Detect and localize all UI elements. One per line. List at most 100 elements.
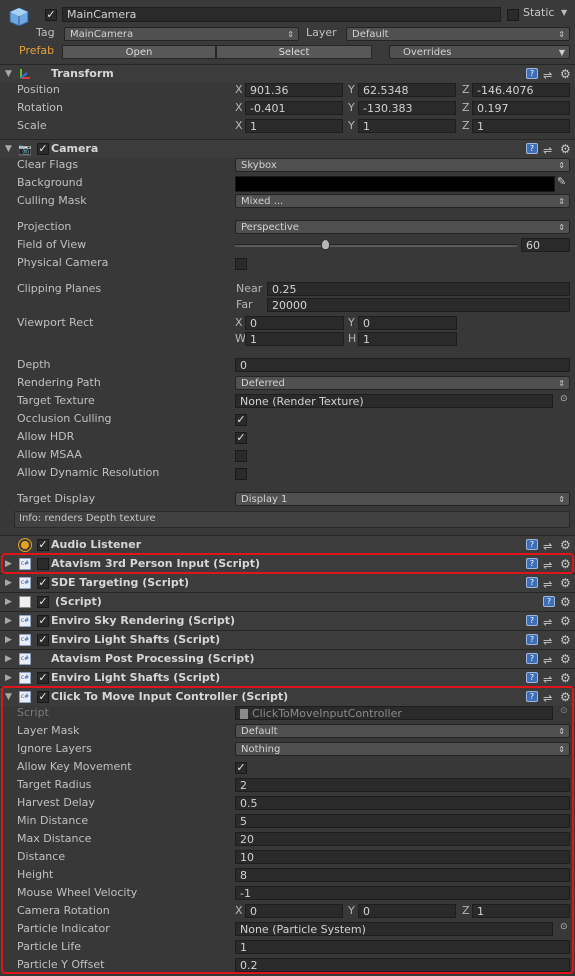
gear-icon[interactable]: ⚙	[560, 593, 571, 611]
overrides-dropdown[interactable]: Overrides ▼	[389, 45, 570, 59]
fov-slider-track[interactable]	[235, 244, 517, 247]
camera-header[interactable]: ▼ 📷 ✓ Camera ? ⇌ ⚙	[0, 139, 575, 158]
help-icon[interactable]: ?	[543, 596, 555, 607]
max-distance-field[interactable]: 20	[235, 832, 570, 846]
help-icon[interactable]: ?	[526, 577, 538, 588]
viewport-y-axis[interactable]: Y	[348, 316, 355, 330]
viewport-h-axis[interactable]: H	[348, 332, 356, 346]
allow-key-movement-checkbox[interactable]: ✓	[235, 762, 247, 774]
projection-dropdown[interactable]: Perspective ⇕	[235, 220, 570, 234]
fold-arrow-icon[interactable]: ▶	[5, 593, 12, 611]
particle-life-field[interactable]: 1	[235, 940, 570, 954]
clear-flags-dropdown[interactable]: Skybox ⇕	[235, 158, 570, 172]
viewport-h-field[interactable]: 1	[358, 332, 457, 346]
gear-icon[interactable]: ⚙	[560, 612, 571, 630]
layer-dropdown[interactable]: Default ⇕	[346, 27, 570, 41]
help-icon[interactable]: ?	[526, 143, 538, 154]
background-color-swatch[interactable]	[235, 176, 555, 192]
rotation-x-field[interactable]: -0.401	[245, 101, 343, 115]
gear-icon[interactable]: ⚙	[560, 650, 571, 668]
fold-arrow-icon[interactable]: ▼	[5, 688, 12, 706]
sde-targeting-checkbox[interactable]: ✓	[37, 577, 49, 589]
harvest-delay-field[interactable]: 0.5	[235, 796, 570, 810]
gameobject-name-field[interactable]: MainCamera	[62, 7, 501, 22]
audio-listener-header[interactable]: ✓ Audio Listener ? ⇌ ⚙	[0, 535, 575, 554]
tag-dropdown[interactable]: MainCamera ⇕	[64, 27, 299, 41]
help-icon[interactable]: ?	[526, 634, 538, 645]
open-prefab-button[interactable]: Open	[62, 45, 216, 59]
target-texture-field[interactable]: None (Render Texture)	[235, 394, 553, 408]
physical-camera-checkbox[interactable]	[235, 258, 247, 270]
atavism-3rd-person-input-header[interactable]: ▶ c# Atavism 3rd Person Input (Script) ?…	[0, 554, 575, 573]
help-icon[interactable]: ?	[526, 539, 538, 550]
gear-icon[interactable]: ⚙	[560, 536, 571, 554]
rendering-path-dropdown[interactable]: Deferred ⇕	[235, 376, 570, 390]
fold-arrow-icon[interactable]: ▼	[5, 140, 12, 158]
camera-rotation-x-axis[interactable]: X	[235, 904, 243, 918]
scale-x-field[interactable]: 1	[245, 119, 343, 133]
gear-icon[interactable]: ⚙	[560, 669, 571, 687]
fold-arrow-icon[interactable]: ▶	[5, 612, 12, 630]
mouse-wheel-velocity-field[interactable]: -1	[235, 886, 570, 900]
help-icon[interactable]: ?	[526, 68, 538, 79]
help-icon[interactable]: ?	[526, 691, 538, 702]
depth-field[interactable]: 0	[235, 358, 570, 372]
allow-dynamic-resolution-checkbox[interactable]	[235, 468, 247, 480]
camera-rotation-y-axis[interactable]: Y	[348, 904, 355, 918]
particle-y-offset-field[interactable]: 0.2	[235, 958, 570, 972]
position-y-axis[interactable]: Y	[348, 83, 355, 97]
near-label[interactable]: Near	[236, 282, 262, 296]
camera-rotation-y-field[interactable]: 0	[358, 904, 456, 918]
camera-enabled-checkbox[interactable]: ✓	[37, 143, 49, 155]
position-y-field[interactable]: 62.5348	[358, 83, 456, 97]
select-prefab-button[interactable]: Select	[216, 45, 372, 59]
help-icon[interactable]: ?	[526, 558, 538, 569]
fov-slider-thumb[interactable]	[321, 239, 331, 250]
atavism-post-processing-header[interactable]: ▶ c# Atavism Post Processing (Script) ? …	[0, 649, 575, 668]
particle-indicator-field[interactable]: None (Particle System)	[235, 922, 553, 936]
position-x-axis[interactable]: X	[235, 83, 243, 97]
help-icon[interactable]: ?	[526, 615, 538, 626]
fold-arrow-icon[interactable]: ▶	[5, 631, 12, 649]
missing-script-checkbox[interactable]: ✓	[37, 596, 49, 608]
fold-arrow-icon[interactable]: ▶	[5, 574, 12, 592]
camera-rotation-z-axis[interactable]: Z	[462, 904, 470, 918]
audio-listener-checkbox[interactable]: ✓	[37, 539, 49, 551]
missing-script-header[interactable]: ▶ ✓ (Script) ? ⚙	[0, 592, 575, 611]
fov-field[interactable]: 60	[521, 238, 570, 252]
help-icon[interactable]: ?	[526, 672, 538, 683]
enviro-sky-rendering-header[interactable]: ▶ c# ✓ Enviro Sky Rendering (Script) ? ⇌…	[0, 611, 575, 630]
help-icon[interactable]: ?	[526, 653, 538, 664]
scale-x-axis[interactable]: X	[235, 119, 243, 133]
scale-z-field[interactable]: 1	[472, 119, 570, 133]
viewport-x-field[interactable]: 0	[245, 316, 344, 330]
click-to-move-header[interactable]: ▼ c# ✓ Click To Move Input Controller (S…	[0, 687, 575, 706]
enviro-light-shafts-2-checkbox[interactable]: ✓	[37, 672, 49, 684]
viewport-y-field[interactable]: 0	[358, 316, 457, 330]
enviro-light-shafts-header[interactable]: ▶ c# ✓ Enviro Light Shafts (Script) ? ⇌ …	[0, 630, 575, 649]
enviro-light-shafts-2-header[interactable]: ▶ c# ✓ Enviro Light Shafts (Script) ? ⇌ …	[0, 668, 575, 687]
viewport-x-axis[interactable]: X	[235, 316, 243, 330]
rotation-y-axis[interactable]: Y	[348, 101, 355, 115]
atavism-3rd-person-input-checkbox[interactable]	[37, 558, 49, 570]
rotation-z-axis[interactable]: Z	[462, 101, 470, 115]
fold-arrow-icon[interactable]: ▶	[5, 669, 12, 687]
min-distance-field[interactable]: 5	[235, 814, 570, 828]
sde-targeting-header[interactable]: ▶ c# ✓ SDE Targeting (Script) ? ⇌ ⚙	[0, 573, 575, 592]
fold-arrow-icon[interactable]: ▶	[5, 555, 12, 573]
rotation-z-field[interactable]: 0.197	[472, 101, 570, 115]
occlusion-culling-checkbox[interactable]: ✓	[235, 414, 247, 426]
camera-rotation-x-field[interactable]: 0	[245, 904, 343, 918]
target-radius-field[interactable]: 2	[235, 778, 570, 792]
static-checkbox[interactable]	[507, 9, 519, 21]
scale-y-axis[interactable]: Y	[348, 119, 355, 133]
far-field[interactable]: 20000	[267, 298, 570, 312]
enviro-light-shafts-checkbox[interactable]: ✓	[37, 634, 49, 646]
eyedropper-icon[interactable]: ✎	[557, 175, 566, 188]
gear-icon[interactable]: ⚙	[560, 688, 571, 706]
fold-arrow-icon[interactable]: ▶	[5, 650, 12, 668]
rotation-x-axis[interactable]: X	[235, 101, 243, 115]
distance-field[interactable]: 10	[235, 850, 570, 864]
far-label[interactable]: Far	[236, 298, 253, 312]
position-z-field[interactable]: -146.4076	[472, 83, 570, 97]
